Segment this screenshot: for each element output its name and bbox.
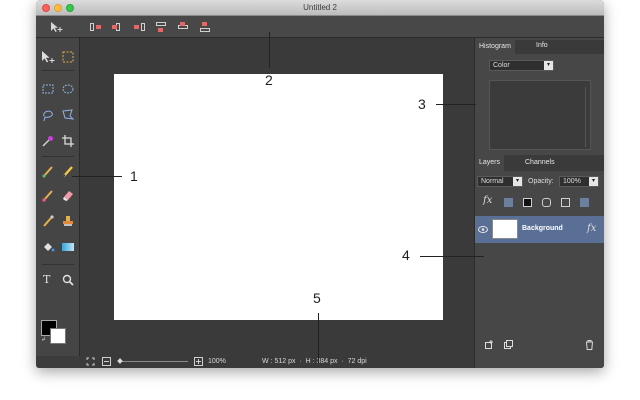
paint-bucket-icon[interactable] xyxy=(41,240,55,254)
blend-mode-value: Normal xyxy=(481,178,504,185)
channel-select-value: Color xyxy=(493,62,510,69)
callout-number-5: 5 xyxy=(313,290,321,306)
zoom-icon[interactable] xyxy=(61,273,75,287)
align-right-icon[interactable] xyxy=(134,22,146,32)
move-tool-icon[interactable] xyxy=(50,21,64,33)
callout-number-3: 3 xyxy=(418,96,426,112)
align-hcenter-icon[interactable] xyxy=(112,22,124,32)
polygon-lasso-icon[interactable] xyxy=(61,108,75,122)
panels-dock: Histogram Info Color ▾ Layers Channels N… xyxy=(474,38,604,368)
background-color-swatch[interactable] xyxy=(50,328,66,344)
tools-panel: T ↲ xyxy=(36,38,80,356)
align-top-icon[interactable] xyxy=(156,22,168,32)
document-canvas[interactable] xyxy=(114,74,443,320)
callout-line-5 xyxy=(318,313,319,363)
swap-colors-icon[interactable]: ↲ xyxy=(41,336,46,343)
layer-mask-icon[interactable] xyxy=(504,198,513,207)
callout-line-4 xyxy=(420,256,484,257)
layer-thumbnail xyxy=(492,219,518,239)
align-bottom-icon[interactable] xyxy=(200,22,212,32)
chevron-down-icon: ▾ xyxy=(544,61,553,70)
align-vcenter-icon[interactable] xyxy=(178,22,190,32)
channel-select[interactable]: Color ▾ xyxy=(489,60,554,71)
brush-icon[interactable] xyxy=(41,164,55,178)
eraser-brush-icon[interactable] xyxy=(41,188,55,202)
eyedropper-icon[interactable] xyxy=(41,214,55,228)
figure: Untitled 2 T ↲ 100% W: 512 px · H: 384… xyxy=(0,0,640,400)
group-icon[interactable] xyxy=(542,198,551,207)
align-left-icon[interactable] xyxy=(90,22,102,32)
callout-number-2: 2 xyxy=(265,72,273,88)
eraser-icon[interactable] xyxy=(61,188,75,202)
move-icon[interactable] xyxy=(41,50,55,64)
blend-mode-select[interactable]: Normal ▾ xyxy=(477,176,523,187)
adjustment-icon[interactable] xyxy=(523,198,532,207)
zoom-in-icon[interactable] xyxy=(194,357,203,366)
zoom-slider-thumb[interactable] xyxy=(117,358,123,364)
layers-tabs: Layers Channels xyxy=(475,155,604,171)
gradient-icon[interactable] xyxy=(61,240,75,254)
opacity-input[interactable]: 100% ▾ xyxy=(559,176,599,187)
callout-line-1 xyxy=(72,176,122,177)
folder-icon[interactable] xyxy=(561,198,570,207)
status-bar: 100% W : 512 px · H : 384 px · 72 dpi xyxy=(80,356,474,368)
eye-icon[interactable] xyxy=(478,226,488,233)
histogram-tabs: Histogram Info xyxy=(475,40,604,54)
callout-number-1: 1 xyxy=(130,168,138,184)
options-bar xyxy=(36,16,604,38)
tab-histogram[interactable]: Histogram xyxy=(475,40,515,54)
zoom-out-icon[interactable] xyxy=(102,357,111,366)
tab-info[interactable]: Info xyxy=(536,42,548,49)
crop-icon[interactable] xyxy=(61,134,75,148)
layer-fx-icon[interactable]: fx xyxy=(587,223,596,234)
zoom-slider[interactable] xyxy=(118,361,188,362)
layers-footer xyxy=(475,338,604,352)
window-title: Untitled 2 xyxy=(303,3,337,12)
chevron-down-icon: ▾ xyxy=(589,177,598,186)
opacity-value: 100% xyxy=(563,178,581,185)
chevron-down-icon: ▾ xyxy=(513,177,522,186)
histogram-display xyxy=(489,80,591,150)
new-layer-icon[interactable] xyxy=(485,340,494,349)
title-bar: Untitled 2 xyxy=(36,0,604,16)
duplicate-layer-icon[interactable] xyxy=(504,340,513,349)
link-icon[interactable] xyxy=(580,198,589,207)
layer-name: Background xyxy=(522,225,563,232)
fx-icon[interactable]: fx xyxy=(483,195,492,206)
tab-channels[interactable]: Channels xyxy=(525,159,555,166)
ellipse-marquee-icon[interactable] xyxy=(61,82,75,96)
callout-line-3 xyxy=(436,104,476,105)
fit-screen-icon[interactable] xyxy=(86,357,95,366)
document-info: W : 512 px · H : 384 px · 72 dpi xyxy=(262,358,367,365)
clone-stamp-icon[interactable] xyxy=(61,214,75,228)
opacity-label: Opacity: xyxy=(528,178,554,185)
rect-select-icon[interactable] xyxy=(41,82,55,96)
callout-number-4: 4 xyxy=(402,247,410,263)
trash-icon[interactable] xyxy=(585,340,594,350)
zoom-level: 100% xyxy=(208,358,226,365)
callout-line-2 xyxy=(269,32,270,68)
lasso-icon[interactable] xyxy=(41,108,55,122)
tab-layers[interactable]: Layers xyxy=(475,155,505,171)
layer-row-background[interactable]: Background fx xyxy=(475,216,604,243)
marquee-icon[interactable] xyxy=(61,50,75,64)
type-icon[interactable]: T xyxy=(43,273,57,287)
magic-wand-icon[interactable] xyxy=(41,134,55,148)
